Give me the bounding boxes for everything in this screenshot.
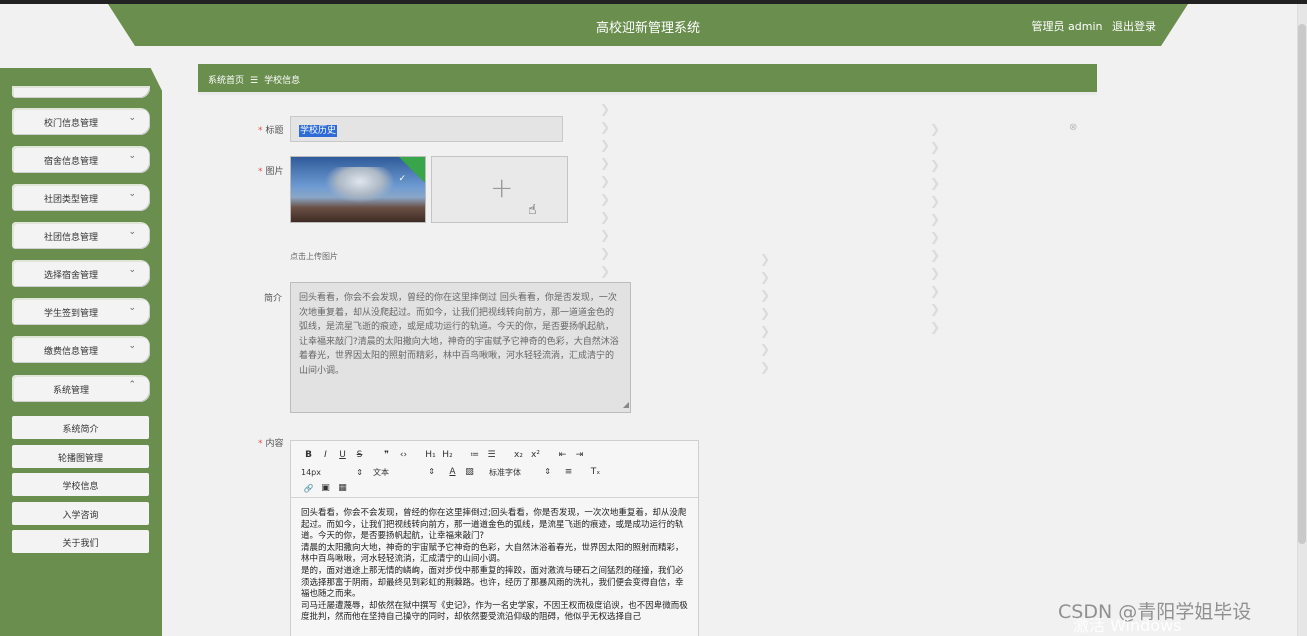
title-label: * 标题 <box>258 126 284 136</box>
sidebar-item-gate-info[interactable]: 校门信息管理 ⌄ <box>12 108 150 135</box>
sidebar-subitem-consult[interactable]: 入学咨询 <box>12 502 149 525</box>
editor-toolbar: B I U S ❞ ‹› H₁ H₂ ≔ ☰ x₂ x² ⇤ ⇥ 14px ⇕ 文… <box>291 441 698 498</box>
blockquote-button[interactable]: ❞ <box>379 450 394 460</box>
image-label: * 图片 <box>258 167 284 177</box>
sidebar-item-checkin[interactable]: 学生签到管理 ⌄ <box>12 298 150 325</box>
clear-icon[interactable]: ⊗ <box>1069 122 1077 133</box>
bullet-list-button[interactable]: ☰ <box>484 450 499 460</box>
uploaded-image-thumbnail[interactable]: ✓ <box>290 156 426 223</box>
select-arrow-icon: ⇕ <box>428 466 435 476</box>
sidebar-subitem-about[interactable]: 关于我们 <box>12 530 149 553</box>
user-area: 管理员 admin 退出登录 <box>1026 18 1156 34</box>
image-upload-button[interactable]: + <box>431 156 568 223</box>
chevron-down-icon: ⌄ <box>128 341 136 351</box>
sidebar-item-club-type[interactable]: 社团类型管理 ⌄ <box>12 184 150 211</box>
italic-button[interactable]: I <box>318 450 333 460</box>
sidebar-item-payment[interactable]: 缴费信息管理 ⌄ <box>12 336 150 363</box>
sidebar-item-choose-dorm[interactable]: 选择宿舍管理 ⌄ <box>12 260 150 287</box>
scrollbar-thumb[interactable] <box>1298 24 1306 544</box>
toolbar-row-format: B I U S ❞ ‹› H₁ H₂ ≔ ☰ x₂ x² ⇤ ⇥ <box>301 448 589 462</box>
breadcrumb-shadow <box>198 92 1097 95</box>
page-scrollbar[interactable] <box>1297 4 1307 636</box>
check-icon: ✓ <box>398 174 406 184</box>
bold-button[interactable]: B <box>301 450 316 460</box>
sidebar-item-label: 系统管理 <box>52 386 89 396</box>
heading2-button[interactable]: H₂ <box>440 450 455 460</box>
chevron-down-icon: ⌄ <box>128 227 136 237</box>
top-header: 高校迎新管理系统 管理员 admin 退出登录 <box>108 4 1188 46</box>
align-button[interactable]: ≡ <box>561 467 576 477</box>
font-size-select[interactable]: 14px ⇕ <box>301 468 363 477</box>
plus-icon: + <box>490 171 514 204</box>
resize-handle-icon[interactable]: ◢ <box>623 398 629 413</box>
content-label: * 内容 <box>258 439 284 449</box>
breadcrumb-home[interactable]: 系统首页 <box>208 76 244 86</box>
chevron-down-icon: ⌄ <box>128 265 136 275</box>
select-arrow-icon: ⇕ <box>544 466 551 476</box>
superscript-button[interactable]: x² <box>528 450 543 460</box>
chevron-up-icon: ⌃ <box>128 380 136 390</box>
image-content <box>325 167 395 203</box>
select-arrow-icon: ⇕ <box>356 467 363 477</box>
window-top-border <box>0 0 1307 4</box>
block-type-select[interactable]: 文本 ⇕ <box>373 467 435 478</box>
font-color-button[interactable]: A <box>445 467 460 477</box>
sidebar-item-partial[interactable] <box>12 86 150 98</box>
code-block-button[interactable]: ‹› <box>396 450 411 460</box>
sidebar-item-dorm-info[interactable]: 宿舍信息管理 ⌄ <box>12 146 150 173</box>
background-pattern: ❯ ❯ ❯ ❯ ❯ ❯ ❯ ❯ ❯ ❯ <box>600 102 611 278</box>
required-mark: * <box>258 439 263 449</box>
upload-hint: 点击上传图片 <box>290 252 338 261</box>
indent-button[interactable]: ⇥ <box>572 450 587 460</box>
sidebar-item-label: 宿舍信息管理 <box>43 157 98 167</box>
cursor-hand-icon: ☝ <box>528 202 537 218</box>
sidebar-item-club-info[interactable]: 社团信息管理 ⌄ <box>12 222 150 249</box>
image-icon[interactable]: ▣ <box>318 483 333 493</box>
outdent-button[interactable]: ⇤ <box>555 450 570 460</box>
rich-text-editor[interactable]: B I U S ❞ ‹› H₁ H₂ ≔ ☰ x₂ x² ⇤ ⇥ 14px ⇕ 文… <box>290 440 699 636</box>
chevron-down-icon: ⌄ <box>128 303 136 313</box>
title-input[interactable]: 学校历史 <box>290 116 563 142</box>
heading1-button[interactable]: H₁ <box>423 450 438 460</box>
sidebar-item-label: 缴费信息管理 <box>43 347 98 357</box>
chevron-down-icon: ⌄ <box>128 189 136 199</box>
sidebar-subitem-carousel[interactable]: 轮播图管理 <box>12 445 149 468</box>
sidebar-item-system[interactable]: 系统管理 ⌃ <box>12 375 150 402</box>
sidebar-item-label: 社团类型管理 <box>43 195 98 205</box>
sidebar-item-label: 校门信息管理 <box>43 119 98 129</box>
admin-user-label[interactable]: 管理员 admin <box>1032 20 1103 33</box>
chevron-down-icon: ⌄ <box>128 151 136 161</box>
breadcrumb-separator-icon: ☰ <box>250 76 259 86</box>
link-icon[interactable]: 🔗 <box>301 484 316 493</box>
intro-label: 简介 <box>264 294 283 304</box>
background-pattern: ❯ ❯ ❯ ❯ ❯ ❯ ❯ ❯ ❯ ❯ ❯ ❯ <box>930 122 941 334</box>
sidebar-item-label: 学生签到管理 <box>43 309 98 319</box>
intro-text: 回头看看，你会不会发现，曾经的你在这里摔倒过 回头看看，你是否发现，一次次地重复… <box>299 293 619 376</box>
video-icon[interactable]: ▦ <box>335 483 350 493</box>
background-color-button[interactable]: ▨ <box>462 467 477 477</box>
required-mark: * <box>258 126 263 136</box>
sidebar-item-label: 社团信息管理 <box>43 233 98 243</box>
windows-activation-watermark: 激活 Windows <box>1073 616 1182 635</box>
toolbar-row-style: 14px ⇕ 文本 ⇕ A ▨ 标准字体 ⇕ ≡ Tₓ <box>301 465 605 479</box>
underline-button[interactable]: U <box>335 450 350 460</box>
clear-format-button[interactable]: Tₓ <box>588 467 603 477</box>
title-input-value: 学校历史 <box>299 125 338 137</box>
intro-textarea[interactable]: 回头看看，你会不会发现，曾经的你在这里摔倒过 回头看看，你是否发现，一次次地重复… <box>290 282 631 413</box>
subscript-button[interactable]: x₂ <box>511 450 526 460</box>
chevron-down-icon: ⌄ <box>128 113 136 123</box>
sidebar-subitem-school-info[interactable]: 学校信息 <box>12 473 149 496</box>
sidebar-subitem-intro[interactable]: 系统简介 <box>12 416 149 439</box>
breadcrumb: 系统首页 ☰ 学校信息 <box>198 64 1097 92</box>
background-pattern: ❯ ❯ ❯ ❯ ❯ ❯ ❯ <box>760 252 771 374</box>
logout-link[interactable]: 退出登录 <box>1112 20 1156 33</box>
ordered-list-button[interactable]: ≔ <box>467 450 482 460</box>
toolbar-row-insert: 🔗 ▣ ▦ <box>301 481 352 495</box>
font-family-select[interactable]: 标准字体 ⇕ <box>489 467 551 478</box>
editor-content[interactable]: 回头看看，你会不会发现，曾经的你在这里摔倒过;回头看看，你是否发现，一次次地重复… <box>301 508 691 624</box>
strike-button[interactable]: S <box>352 450 367 460</box>
sidebar-item-label: 选择宿舍管理 <box>43 271 98 281</box>
breadcrumb-current: 学校信息 <box>264 76 301 86</box>
required-mark: * <box>258 167 263 177</box>
